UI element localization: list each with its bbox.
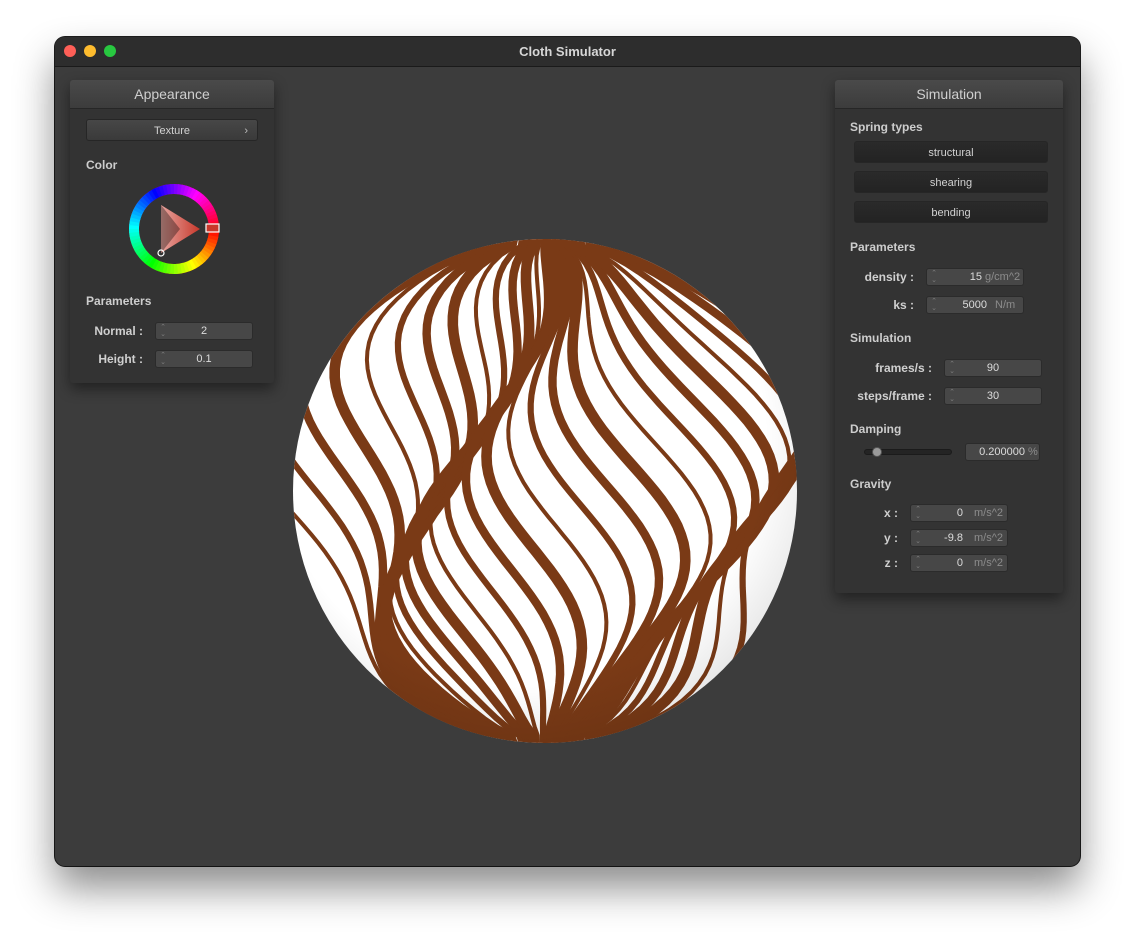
gravity-y-label: y :: [883, 531, 898, 545]
appearance-parameters-label: Parameters: [86, 294, 152, 308]
damping-slider-handle[interactable]: [871, 447, 882, 457]
textured-sphere: [293, 239, 797, 743]
color-wheel[interactable]: [128, 183, 222, 277]
shearing-button[interactable]: shearing: [854, 171, 1048, 193]
normal-input[interactable]: ⌃ ⌄ 2: [155, 322, 253, 340]
gravity-x-value: 0: [956, 507, 963, 519]
density-unit: g/cm^2: [985, 271, 1021, 283]
appearance-panel: Appearance Texture › Color Parameters No…: [70, 80, 274, 383]
spinner-icon[interactable]: ⌃ ⌄: [159, 324, 167, 338]
normal-value: 2: [200, 325, 208, 337]
simulation-panel: Simulation Spring types structural shear…: [835, 80, 1063, 593]
ks-input[interactable]: ⌃ ⌄ 5000 N/m: [926, 296, 1024, 314]
fps-input[interactable]: ⌃ ⌄ 90: [944, 359, 1042, 377]
gravity-z-unit: m/s^2: [974, 557, 1003, 569]
structural-button[interactable]: structural: [854, 141, 1048, 163]
gravity-x-unit: m/s^2: [974, 507, 1003, 519]
spinner-icon[interactable]: ⌃ ⌄: [159, 352, 167, 366]
density-input[interactable]: ⌃ ⌄ 15 g/cm^2: [926, 268, 1024, 286]
damping-unit: %: [1028, 446, 1038, 458]
gravity-z-input[interactable]: ⌃ ⌄ 0 m/s^2: [910, 554, 1008, 572]
appearance-panel-header: Appearance: [70, 80, 274, 109]
simulation-panel-header: Simulation: [835, 80, 1063, 109]
gravity-z-value: 0: [956, 557, 963, 569]
spinner-icon[interactable]: ⌃ ⌄: [948, 389, 956, 403]
spinner-icon[interactable]: ⌃ ⌄: [948, 361, 956, 375]
gravity-x-label: x :: [883, 506, 898, 520]
gravity-label: Gravity: [850, 477, 892, 491]
density-label: density :: [864, 270, 914, 284]
ks-value: 5000: [962, 299, 987, 311]
gravity-y-input[interactable]: ⌃ ⌄ -9.8 m/s^2: [910, 529, 1008, 547]
hue-selector-handle[interactable]: [205, 223, 220, 233]
height-input[interactable]: ⌃ ⌄ 0.1: [155, 350, 253, 368]
ks-unit: N/m: [995, 299, 1016, 311]
color-label: Color: [86, 158, 118, 172]
damping-label: Damping: [850, 422, 902, 436]
height-label: Height :: [98, 352, 143, 366]
fps-label: frames/s :: [875, 361, 932, 375]
window-title: Cloth Simulator: [519, 44, 616, 59]
title-bar: Cloth Simulator: [55, 37, 1080, 67]
steps-value: 30: [986, 390, 1000, 402]
texture-dropdown-button[interactable]: Texture ›: [86, 119, 258, 141]
gravity-y-unit: m/s^2: [974, 532, 1003, 544]
texture-button-label: Texture: [153, 125, 191, 137]
ks-label: ks :: [893, 298, 914, 312]
simulation-parameters-label: Parameters: [850, 240, 916, 254]
steps-input[interactable]: ⌃ ⌄ 30: [944, 387, 1042, 405]
spinner-icon[interactable]: ⌃ ⌄: [930, 270, 938, 284]
gravity-x-input[interactable]: ⌃ ⌄ 0 m/s^2: [910, 504, 1008, 522]
steps-label: steps/frame :: [857, 389, 932, 403]
spinner-icon[interactable]: ⌃ ⌄: [930, 298, 938, 312]
chevron-right-icon: ›: [244, 125, 248, 137]
gravity-z-label: z :: [884, 556, 898, 570]
spinner-icon[interactable]: ⌃ ⌄: [914, 556, 922, 570]
damping-input[interactable]: 0.200000 %: [965, 443, 1040, 461]
height-value: 0.1: [196, 353, 212, 365]
gravity-y-value: -9.8: [944, 532, 963, 544]
fps-value: 90: [986, 362, 1000, 374]
bending-button[interactable]: bending: [854, 201, 1048, 223]
spinner-icon[interactable]: ⌃ ⌄: [914, 531, 922, 545]
normal-label: Normal :: [94, 324, 143, 338]
app-window: Cloth Simulator Appearance Texture › Col…: [55, 37, 1080, 866]
spring-types-label: Spring types: [850, 120, 923, 134]
spinner-icon[interactable]: ⌃ ⌄: [914, 506, 922, 520]
simulation-section-label: Simulation: [850, 331, 912, 345]
density-value: 15: [969, 271, 982, 283]
damping-value: 0.200000: [979, 446, 1025, 458]
